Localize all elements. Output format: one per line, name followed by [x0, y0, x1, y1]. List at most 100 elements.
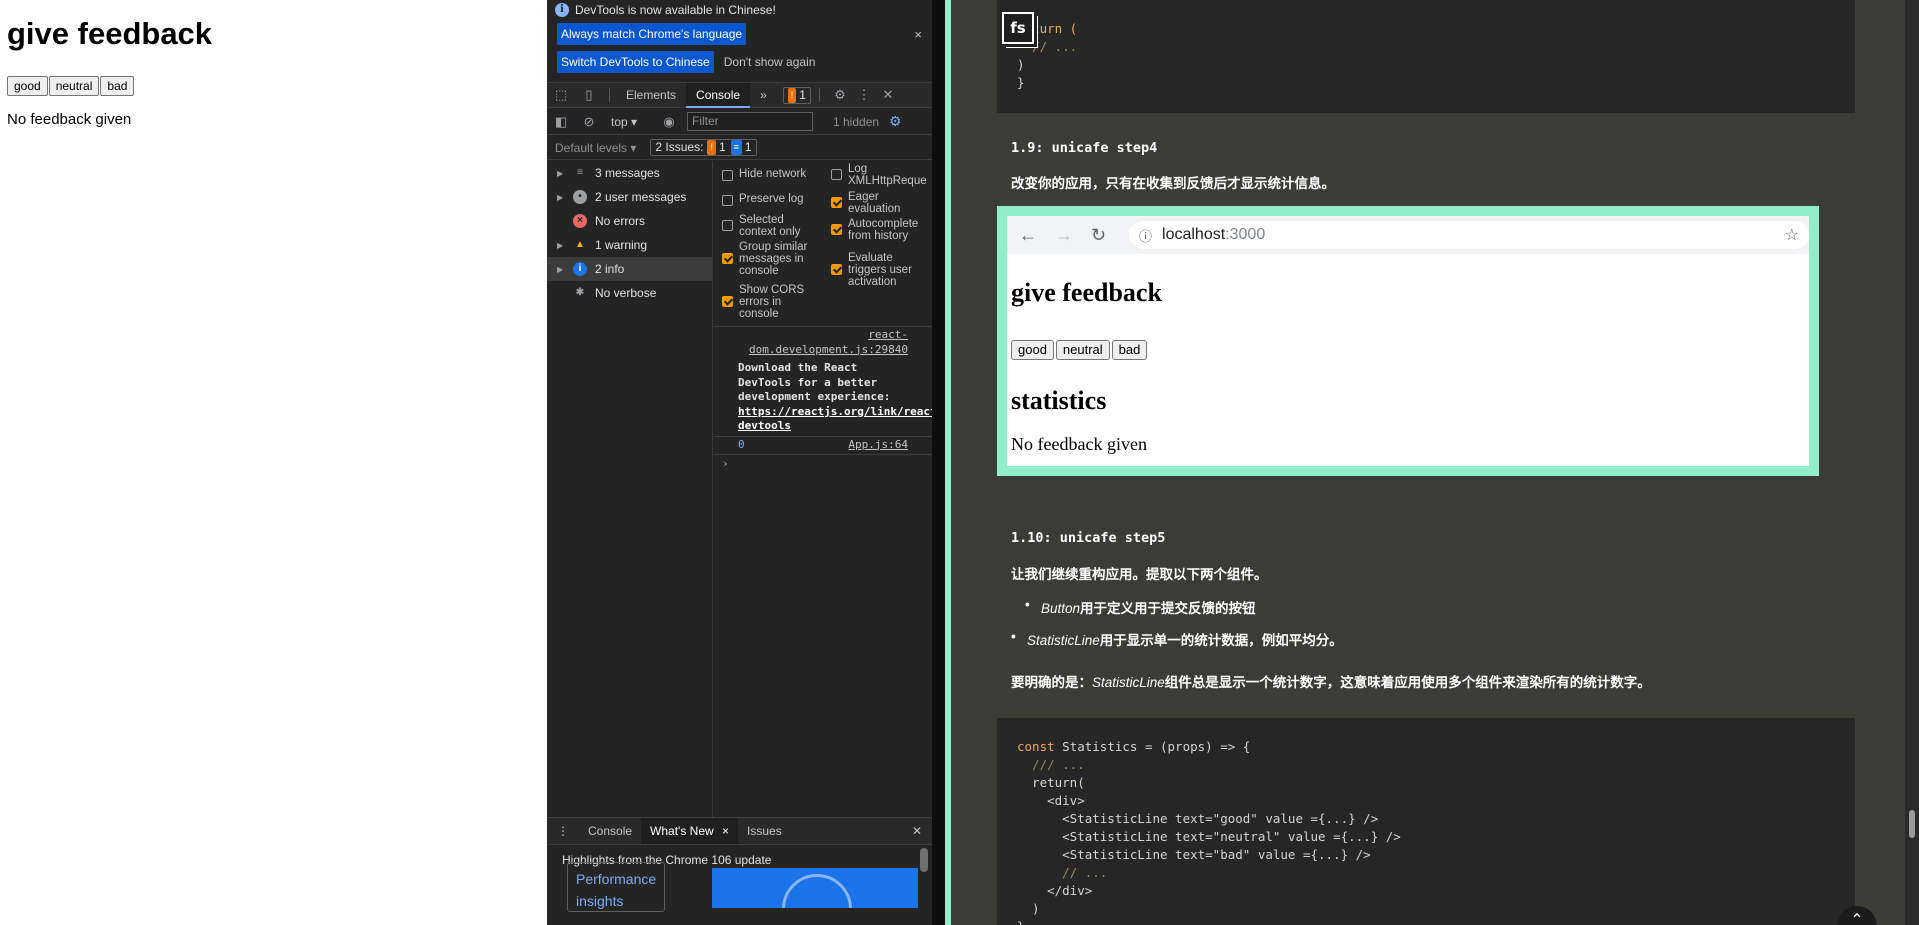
warning-icon: ▲ — [575, 239, 585, 250]
component-name: StatisticLine — [1027, 633, 1100, 648]
eager-eval-checkbox[interactable] — [831, 197, 842, 208]
device-toolbar-icon[interactable]: ▯ — [575, 87, 603, 103]
issues-counter-button[interactable]: ! 1 — [782, 86, 811, 104]
issues-label: 2 Issues: — [655, 140, 704, 154]
show-cors-checkbox[interactable] — [722, 296, 733, 307]
console-filter-input[interactable]: Filter — [687, 112, 813, 131]
drawer-scrollbar[interactable] — [920, 848, 928, 872]
close-devtools-icon[interactable]: ✕ — [876, 87, 900, 103]
group-similar-checkbox[interactable] — [722, 253, 733, 264]
selected-context-option[interactable]: Selected context only — [722, 214, 822, 238]
inspect-element-icon[interactable]: ⬚ — [547, 87, 575, 103]
language-row-1: Always match Chrome's language × — [547, 20, 932, 48]
code-line: <div> — [1017, 793, 1085, 808]
context-selector[interactable]: top ▾ — [611, 115, 655, 129]
react-devtools-link[interactable]: https://reactjs.org/link/react-devtools — [738, 405, 932, 433]
drawer-tab-console[interactable]: Console — [579, 818, 641, 844]
autocomplete-checkbox[interactable] — [831, 224, 842, 235]
sidebar-toggle-icon[interactable]: ◧ — [547, 114, 575, 130]
log-row-value: 0 App.js:64 — [714, 437, 932, 455]
sidebar-item-messages[interactable]: ▶ ≡ 3 messages — [547, 161, 712, 185]
tab-elements[interactable]: Elements — [616, 83, 686, 108]
example-status: No feedback given — [1011, 434, 1147, 454]
log-value: 0 — [738, 437, 745, 451]
example-bad-button: bad — [1111, 340, 1148, 360]
example-app-title: give feedback — [1011, 278, 1162, 307]
section-1-9-text: 改变你的应用，只有在收集到反馈后才显示统计信息。 — [1011, 176, 1335, 191]
group-similar-option[interactable]: Group similar messages in console — [722, 241, 822, 277]
code-block-statistics: const Statistics = (props) => { /// ... … — [997, 718, 1855, 925]
page-scrollbar[interactable] — [1905, 0, 1919, 925]
log-value-source-link[interactable]: App.js:64 — [848, 438, 908, 453]
code-line: </div> — [1017, 883, 1093, 898]
toolbar-divider — [609, 88, 610, 102]
sidebar-item-label: No verbose — [595, 286, 657, 300]
expand-arrow-icon: ▶ — [557, 240, 564, 250]
drawer-tab-issues[interactable]: Issues — [738, 818, 791, 844]
live-expression-eye-icon[interactable]: ◉ — [655, 114, 683, 130]
log-message: Download the React DevTools for a better… — [714, 361, 932, 437]
code-line: const Statistics = (props) => { — [1017, 739, 1251, 754]
issues-summary-button[interactable]: 2 Issues: ! 1 ≡ 1 — [650, 139, 757, 156]
issues-info-count: 1 — [744, 140, 752, 154]
bad-button[interactable]: bad — [100, 76, 135, 96]
preserve-log-option[interactable]: Preserve log — [722, 193, 822, 206]
feedback-buttons: good neutral bad — [7, 76, 135, 96]
sidebar-item-verbose[interactable]: ✱ No verbose — [547, 281, 712, 305]
more-tabs-button[interactable]: » — [750, 83, 777, 108]
list-icon: ≡ — [577, 167, 583, 178]
log-message-text: Download the React DevTools for a better… — [738, 361, 891, 403]
eager-eval-option[interactable]: Eager evaluation — [831, 191, 931, 215]
close-tab-icon[interactable]: × — [722, 824, 729, 838]
neutral-button[interactable]: neutral — [48, 76, 100, 96]
sidebar-item-label: 3 messages — [595, 166, 660, 180]
close-drawer-icon[interactable]: ✕ — [912, 824, 922, 838]
close-icon[interactable]: × — [914, 27, 922, 42]
hide-network-checkbox[interactable] — [722, 170, 733, 181]
code-line: } — [1017, 75, 1025, 90]
switch-to-chinese-button[interactable]: Switch DevTools to Chinese — [557, 51, 714, 73]
evaluate-triggers-option[interactable]: Evaluate triggers user activation — [831, 252, 931, 288]
code-line: <StatisticLine text="good" value ={...} … — [1017, 811, 1379, 826]
log-xhr-option[interactable]: Log XMLHttpReque — [831, 163, 931, 187]
performance-insights-card[interactable]: Performance insights — [567, 862, 665, 912]
console-settings-gear-icon[interactable]: ⚙ — [889, 113, 902, 130]
example-screenshot: ← → ↻ ⓘ localhost:3000 ☆ give feedback g… — [997, 206, 1819, 476]
good-button[interactable]: good — [7, 76, 48, 96]
clear-console-icon[interactable]: ⊘ — [575, 114, 603, 130]
expand-arrow-icon: ▶ — [557, 264, 564, 274]
code-line: } — [1017, 919, 1025, 925]
console-prompt[interactable]: › — [714, 455, 932, 473]
console-log: react-dom.development.js:29840 Download … — [714, 328, 932, 528]
hide-network-option[interactable]: Hide network — [722, 168, 822, 181]
section-1-10-title: 1.10: unicafe step5 — [1011, 530, 1166, 546]
drawer-tab-whats-new[interactable]: What's New × — [641, 818, 739, 844]
sidebar-item-warnings[interactable]: ▶ ▲ 1 warning — [547, 233, 712, 257]
dont-show-again-button[interactable]: Don't show again — [720, 51, 820, 73]
sidebar-item-info[interactable]: ▶ i 2 info — [547, 257, 712, 281]
always-match-language-button[interactable]: Always match Chrome's language — [557, 23, 747, 45]
example-statistics-heading: statistics — [1011, 386, 1107, 415]
tab-console[interactable]: Console — [686, 82, 751, 108]
devtools-resize-divider[interactable] — [932, 0, 945, 925]
scrollbar-thumb[interactable] — [1909, 810, 1915, 838]
toolbar-divider — [818, 88, 820, 102]
default-levels-dropdown[interactable]: Default levels ▾ — [555, 141, 636, 155]
kebab-menu-icon[interactable]: ⋮ — [852, 87, 876, 103]
log-xhr-checkbox[interactable] — [831, 169, 842, 180]
hidden-count: 1 hidden — [833, 114, 880, 129]
issues-warn-count: 1 — [718, 140, 726, 154]
sidebar-item-label: 2 info — [595, 262, 625, 276]
show-cors-option[interactable]: Show CORS errors in console — [722, 284, 822, 320]
evaluate-triggers-checkbox[interactable] — [831, 264, 842, 275]
autocomplete-option[interactable]: Autocomplete from history — [831, 218, 931, 242]
settings-gear-icon[interactable]: ⚙ — [828, 87, 852, 103]
selected-context-checkbox[interactable] — [722, 220, 733, 231]
preserve-log-checkbox[interactable] — [722, 195, 733, 206]
log-source-link[interactable]: react-dom.development.js:29840 — [714, 328, 932, 357]
sidebar-item-errors[interactable]: × No errors — [547, 209, 712, 233]
drawer-menu-icon[interactable]: ⋮ — [547, 818, 579, 844]
sidebar-item-user-messages[interactable]: ▶ • 2 user messages — [547, 185, 712, 209]
fs-logo[interactable]: fs — [1002, 12, 1034, 44]
browser-url-bar: ⓘ localhost:3000 ☆ — [1129, 221, 1809, 249]
